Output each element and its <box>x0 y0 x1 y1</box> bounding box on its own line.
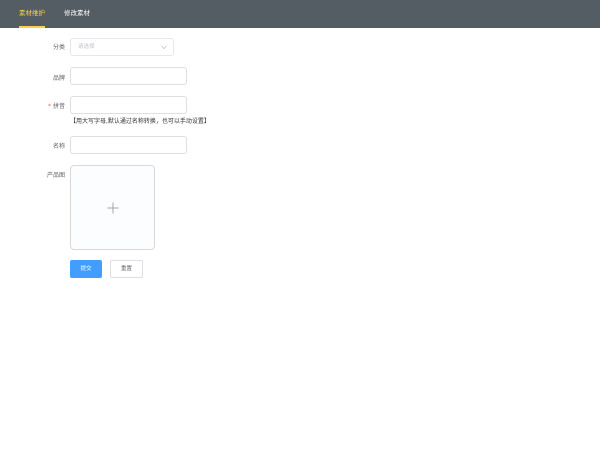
required-mark: * <box>47 103 51 110</box>
chevron-down-icon <box>161 45 167 50</box>
product-image-label: 产品图 <box>46 172 65 179</box>
category-label: 分类 <box>52 44 65 51</box>
category-select[interactable]: 请选择 <box>70 38 174 56</box>
pinyin-label: * 拼音 <box>48 101 65 110</box>
tab-material-maintenance[interactable]: 素材维护 <box>19 0 45 28</box>
name-input[interactable] <box>70 136 187 154</box>
pinyin-label-text: 拼音 <box>52 103 65 110</box>
tab-edit-material[interactable]: 修改素材 <box>64 0 90 28</box>
name-label: 名称 <box>52 143 65 150</box>
category-placeholder: 请选择 <box>78 44 95 50</box>
submit-button[interactable]: 提交 <box>70 260 102 278</box>
plus-icon <box>107 202 119 214</box>
brand-label: 品牌 <box>52 75 65 82</box>
reset-button[interactable]: 重置 <box>110 260 143 278</box>
pinyin-hint: 【用大写字母,默认通过名称转换，也可以手动设置】 <box>70 118 210 125</box>
top-nav: 素材维护 修改素材 <box>0 0 600 28</box>
brand-input[interactable] <box>70 67 187 85</box>
image-uploader[interactable] <box>70 165 155 250</box>
pinyin-input[interactable] <box>70 96 187 114</box>
